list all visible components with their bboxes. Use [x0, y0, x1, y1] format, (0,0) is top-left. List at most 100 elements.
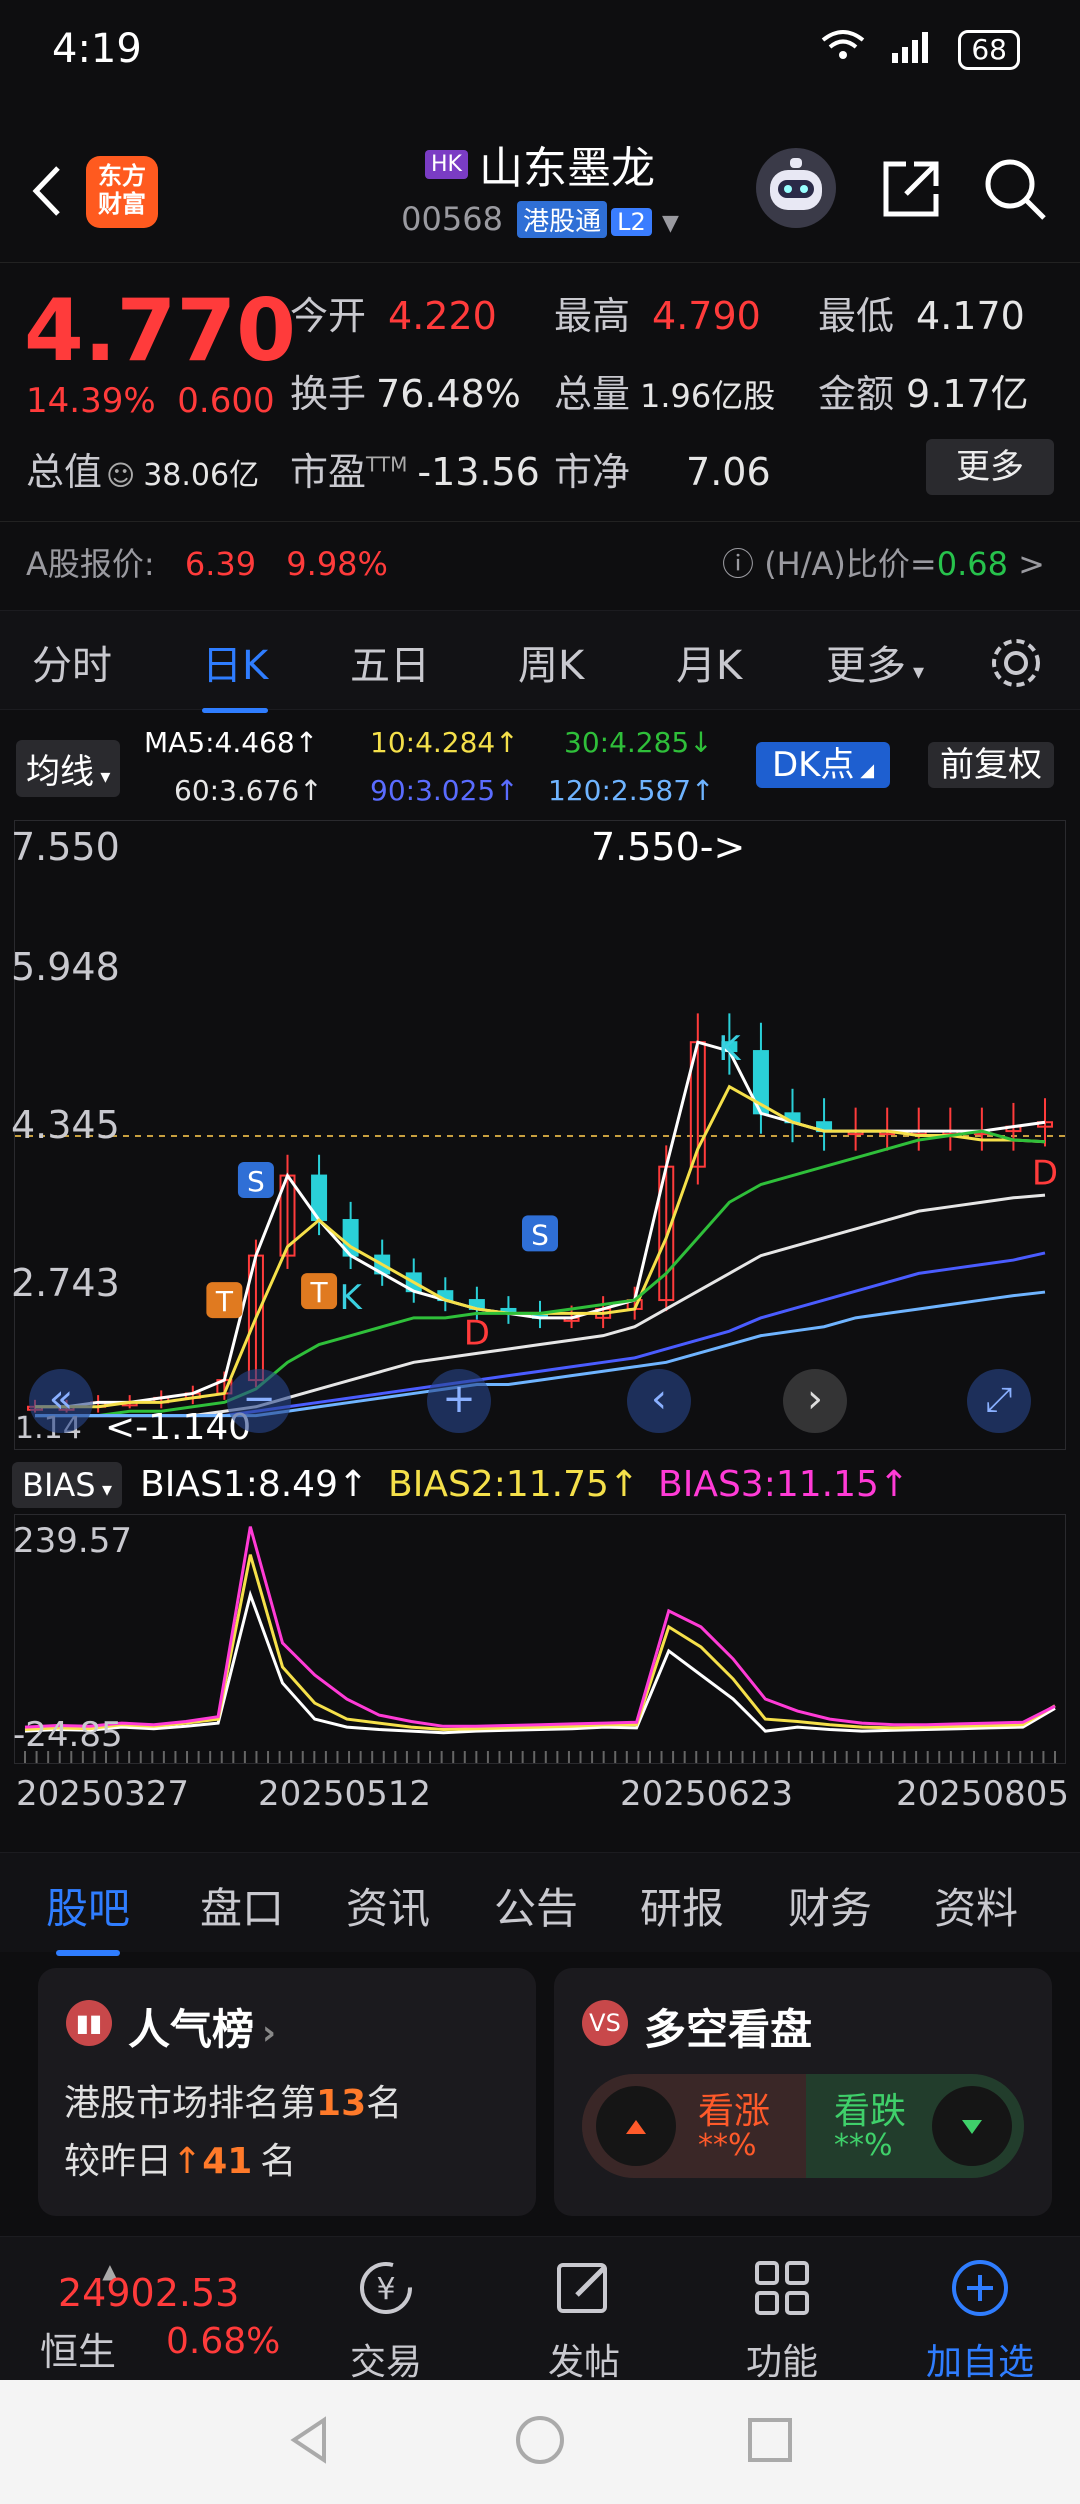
bias-line-bias3: [24, 1526, 1056, 1729]
ma90-label: 90:3.025↑: [370, 774, 519, 807]
help-icon: ⓘ: [722, 545, 755, 583]
system-nav-bar: [0, 2380, 1080, 2504]
info-circle-icon: ☺: [106, 459, 136, 492]
zoom-in-icon[interactable]: +: [427, 1369, 491, 1433]
chevron-right-icon[interactable]: ›: [783, 1369, 847, 1433]
tab-announcements[interactable]: 公告: [494, 1875, 578, 1936]
indicator-selector[interactable]: 均线 ▾: [16, 740, 121, 797]
ma-line-ma30: [35, 1129, 1046, 1418]
ma120-label: 120:2.587↑: [548, 774, 715, 807]
adjust-button[interactable]: 前复权: [928, 742, 1054, 788]
date-label: 20250512: [258, 1774, 432, 1814]
dk-point-button[interactable]: DK点 ◢: [756, 742, 891, 788]
search-icon[interactable]: [980, 154, 1050, 224]
triangle-down-icon: [932, 2086, 1012, 2166]
chart-bars-icon: ▮▮: [66, 2000, 112, 2046]
tab-orderbook[interactable]: 盘口: [200, 1875, 284, 1936]
settings-gear-icon[interactable]: [988, 635, 1044, 695]
ma10-label: 10:4.284↑: [370, 726, 519, 759]
nav-functions[interactable]: 功能: [702, 2253, 862, 2385]
quote-panel: 4.770 14.39% 0.600 今开 4.220 最高 4.790 最低 4.1…: [0, 262, 1080, 602]
status-bar: 4:19 68: [0, 0, 1080, 110]
kline-tabs: 分时 日K 五日 周K 月K 更多 ▾: [0, 610, 1080, 713]
low-field: 最低 4.170: [818, 294, 1025, 338]
tab-forum[interactable]: 股吧: [46, 1875, 130, 1956]
tab-monthly-k[interactable]: 月K: [676, 633, 742, 691]
bottom-nav: ▲ 24902.53 恒生 0.68% ¥ 交易 发帖 功能 加自选: [0, 2236, 1080, 2383]
more-button[interactable]: 更多: [926, 439, 1054, 495]
popularity-card[interactable]: ▮▮ 人气榜 › 港股市场排名第13名 较昨日↑41 名: [38, 1968, 536, 2216]
plus-circle-icon: [900, 2253, 1060, 2323]
rank-line: 港股市场排名第13名: [64, 2083, 403, 2124]
tab-news[interactable]: 资讯: [346, 1875, 430, 1936]
nav-post[interactable]: 发帖: [504, 2253, 664, 2385]
tab-financials[interactable]: 财务: [788, 1875, 872, 1936]
grid-icon: [702, 2253, 862, 2323]
tab-daily-k[interactable]: 日K: [202, 633, 269, 713]
fullscreen-icon[interactable]: ⤢: [967, 1369, 1031, 1433]
signal-marker: D: [1032, 1153, 1058, 1193]
chevron-left-icon[interactable]: ‹: [627, 1369, 691, 1433]
rank-change-line: 较昨日↑41 名: [64, 2141, 297, 2182]
bias2-label: BIAS2:11.75↑: [388, 1464, 640, 1505]
chevron-right-icon: >: [1018, 545, 1045, 583]
price-change: 14.39% 0.600: [26, 381, 275, 421]
double-chevron-left-icon[interactable]: «: [29, 1369, 93, 1433]
y-tick-label: 5.948: [11, 945, 120, 989]
vote-up-button[interactable]: 看涨 **%: [582, 2074, 806, 2178]
ha-ratio[interactable]: ⓘ (H/A)比价=0.68 >: [722, 539, 1045, 585]
ma60-label: 60:3.676↑: [174, 774, 323, 807]
signal-marker-label: T: [215, 1285, 234, 1318]
market-cap-field[interactable]: 总值 ☺ 38.06亿: [26, 441, 259, 496]
kline-svg: ST KTSKDD: [15, 1013, 1065, 1418]
date-axis: 20250327 20250512 20250623 20250805: [0, 1770, 1080, 1820]
volume-field: 总量 1.96亿股: [554, 372, 776, 416]
zoom-out-icon[interactable]: −: [227, 1369, 291, 1433]
nav-back-triangle-icon[interactable]: [280, 2410, 340, 2474]
arrow-up-icon: ↑: [172, 2141, 203, 2182]
kline-chart[interactable]: STKTSKDD 7.550 5.948 4.345 2.743 7.550->…: [11, 820, 1066, 1450]
connect-tag: 港股通: [517, 201, 608, 238]
popularity-title: 人气榜 ›: [128, 2005, 277, 2054]
triangle-up-icon: [596, 2086, 676, 2166]
nav-trade[interactable]: ¥ 交易: [306, 2253, 466, 2385]
bias-line-bias2: [24, 1554, 1056, 1732]
vote-down-button[interactable]: 看跌 **%: [806, 2074, 1024, 2178]
a-share-quote[interactable]: A股报价: 6.39 9.98%: [26, 539, 388, 585]
tab-intraday[interactable]: 分时: [32, 633, 112, 691]
open-field: 今开 4.220: [290, 294, 497, 338]
edit-icon: [504, 2253, 664, 2323]
pb-field: 市净 7.06: [554, 450, 771, 494]
tab-research[interactable]: 研报: [640, 1875, 724, 1936]
signal-marker-label: T: [310, 1276, 329, 1309]
bull-bear-title: 多空看盘: [644, 2005, 813, 2054]
nav-add-watchlist[interactable]: 加自选: [900, 2253, 1060, 2385]
nav-recents-square-icon[interactable]: [740, 2410, 800, 2474]
vote-bar: 看涨 **% 看跌 **%: [582, 2074, 1024, 2178]
bias-y-top: 239.57: [13, 1521, 132, 1561]
share-icon[interactable]: [876, 154, 946, 224]
index-value[interactable]: 24902.53: [58, 2271, 239, 2315]
index-name[interactable]: 恒生: [40, 2321, 116, 2376]
tab-weekly-k[interactable]: 周K: [518, 633, 584, 691]
yen-cycle-icon: ¥: [306, 2253, 466, 2323]
ma30-label: 30:4.285↓: [564, 726, 713, 759]
signal-marker: D: [464, 1314, 490, 1354]
bias-chart[interactable]: 239.57 -24.85: [13, 1514, 1066, 1764]
tab-five-day[interactable]: 五日: [350, 633, 430, 691]
bias-svg: [24, 1526, 1056, 1763]
tab-more[interactable]: 更多 ▾: [826, 633, 924, 691]
tab-profile[interactable]: 资料: [934, 1875, 1018, 1936]
date-label: 20250327: [16, 1774, 190, 1814]
caret-down-icon: ▼: [661, 211, 679, 236]
level-tag: L2: [611, 208, 652, 236]
bull-bear-card: VS 多空看盘 看涨 **% 看跌 **%: [554, 1968, 1052, 2216]
index-pct[interactable]: 0.68%: [166, 2321, 280, 2362]
bias-selector[interactable]: BIAS ▾: [12, 1462, 122, 1508]
high-annotation: 7.550->: [591, 825, 746, 869]
bias-line-bias1: [24, 1589, 1056, 1735]
nav-home-circle-icon[interactable]: [510, 2410, 570, 2474]
status-time: 4:19: [52, 26, 142, 72]
assistant-robot-icon[interactable]: [756, 148, 836, 228]
ma-line-ma90: [35, 1251, 1046, 1418]
